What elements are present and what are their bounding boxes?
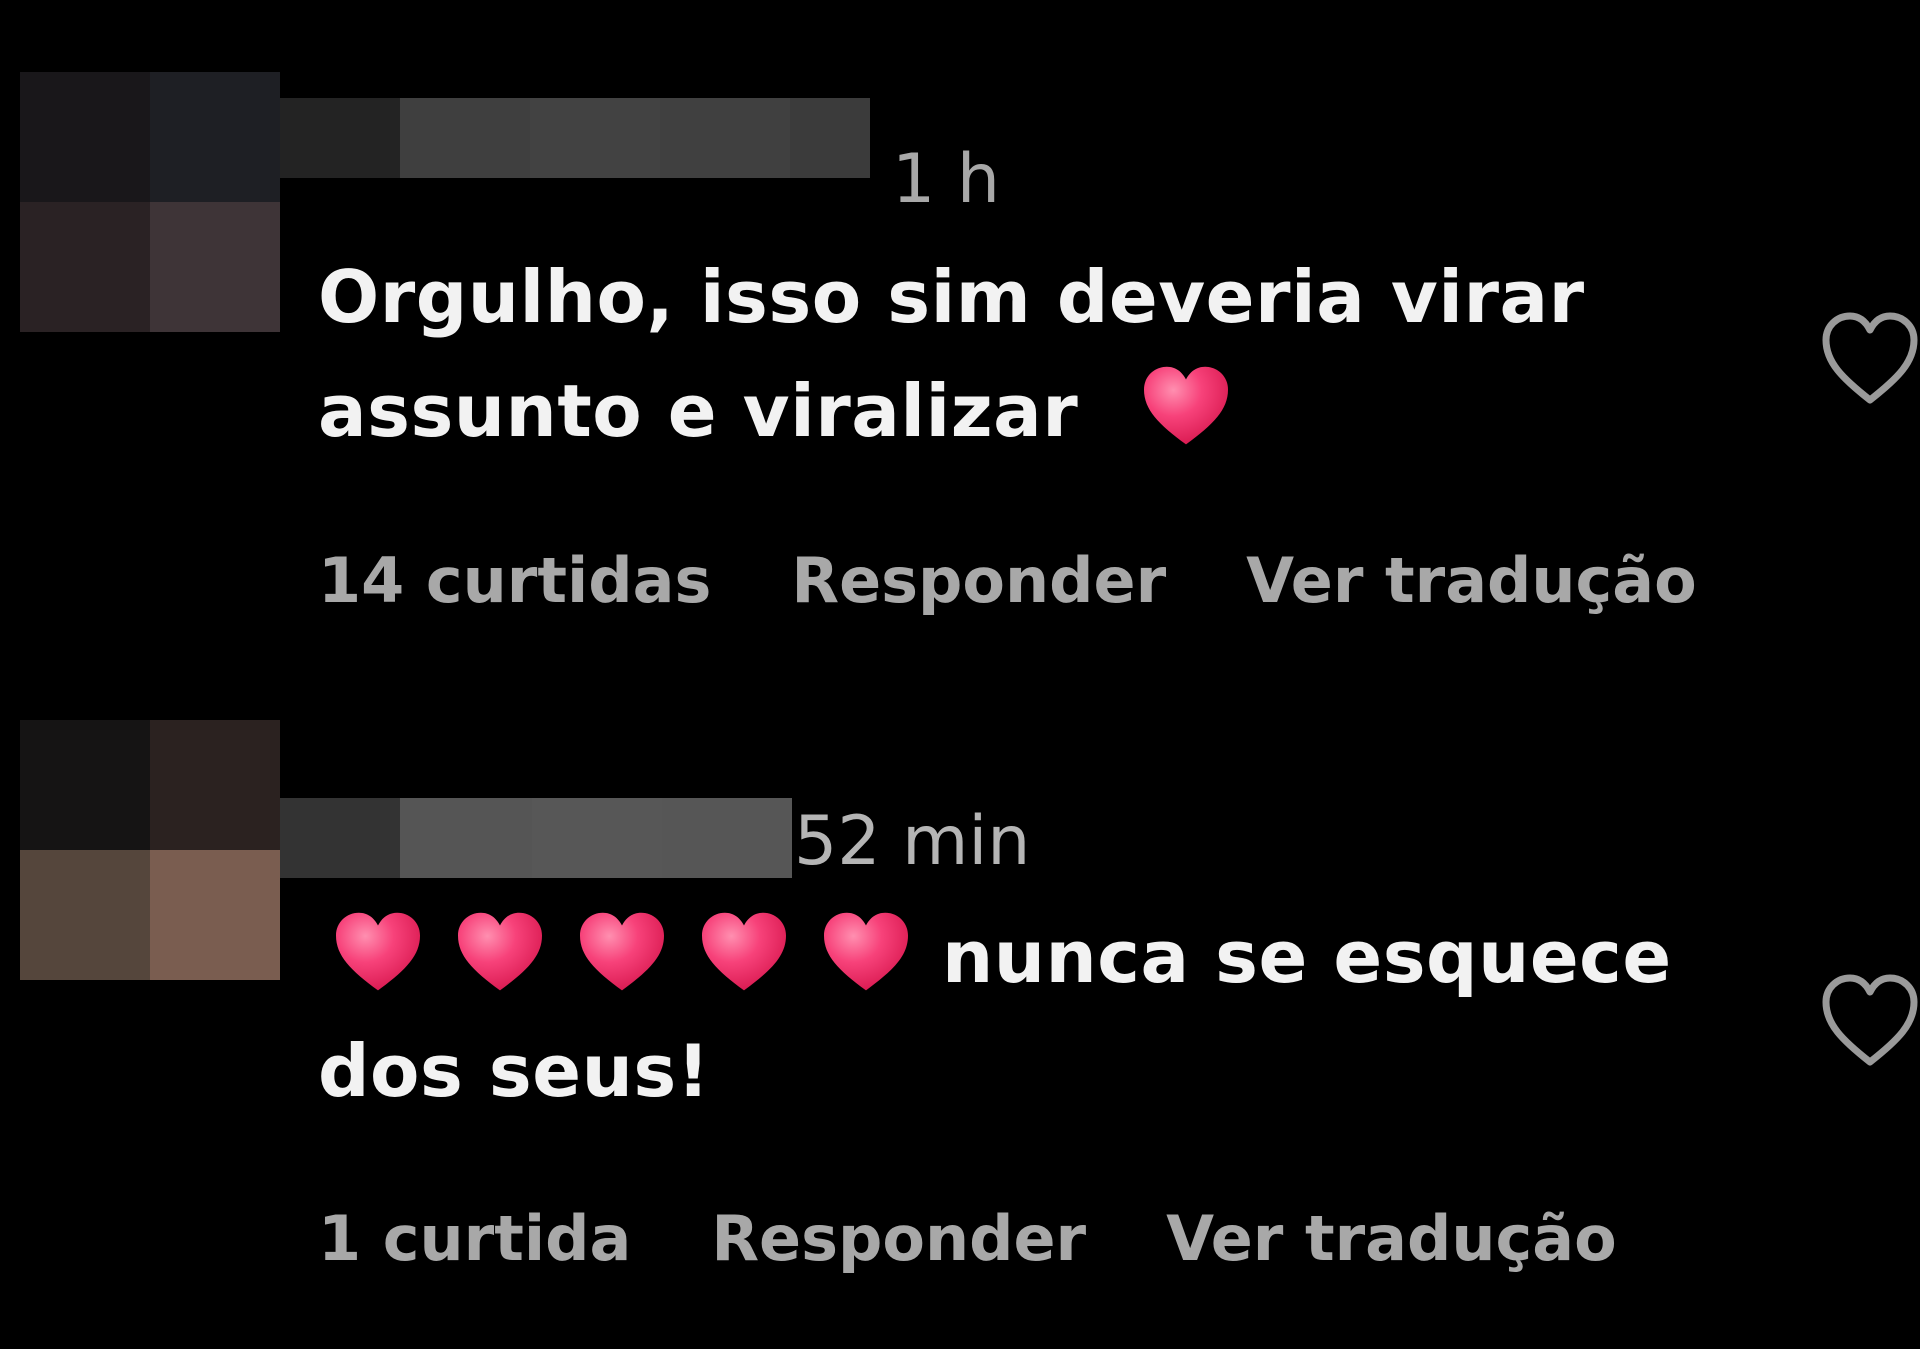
heart-emoji-icon xyxy=(820,910,912,994)
heart-emoji-icon xyxy=(698,910,790,994)
comment-text: nunca se esquece dos seus! xyxy=(318,900,1738,1128)
username-redacted[interactable] xyxy=(280,798,792,878)
heart-emoji-icon xyxy=(1140,364,1232,448)
comment-text: Orgulho, isso sim deveria virar assunto … xyxy=(318,240,1738,468)
heart-outline-icon[interactable] xyxy=(1820,972,1920,1068)
likes-count[interactable]: 1 curtida xyxy=(318,1202,631,1275)
avatar[interactable] xyxy=(20,720,280,980)
comment-actions: 1 curtida Responder Ver tradução xyxy=(318,1198,1697,1278)
see-translation-button[interactable]: Ver tradução xyxy=(1246,544,1697,617)
heart-emoji-icon xyxy=(576,910,668,994)
comment-timestamp: 1 h xyxy=(892,140,1000,219)
comment-body: Orgulho, isso sim deveria virar assunto … xyxy=(318,255,1585,453)
see-translation-button[interactable]: Ver tradução xyxy=(1166,1202,1617,1275)
heart-outline-icon[interactable] xyxy=(1820,310,1920,406)
avatar[interactable] xyxy=(20,72,280,332)
comment-actions: 14 curtidas Responder Ver tradução xyxy=(318,540,1777,620)
heart-emoji-icon xyxy=(454,910,546,994)
likes-count[interactable]: 14 curtidas xyxy=(318,544,711,617)
comment-item: 52 min nunca se esquece dos seus! 1 curt… xyxy=(0,660,1920,1349)
comment-item: 1 h Orgulho, isso sim deveria virar assu… xyxy=(0,0,1920,660)
username-redacted[interactable] xyxy=(280,98,870,178)
reply-button[interactable]: Responder xyxy=(791,544,1166,617)
heart-emoji-icon xyxy=(332,910,424,994)
reply-button[interactable]: Responder xyxy=(711,1202,1086,1275)
comment-timestamp: 52 min xyxy=(794,802,1031,881)
